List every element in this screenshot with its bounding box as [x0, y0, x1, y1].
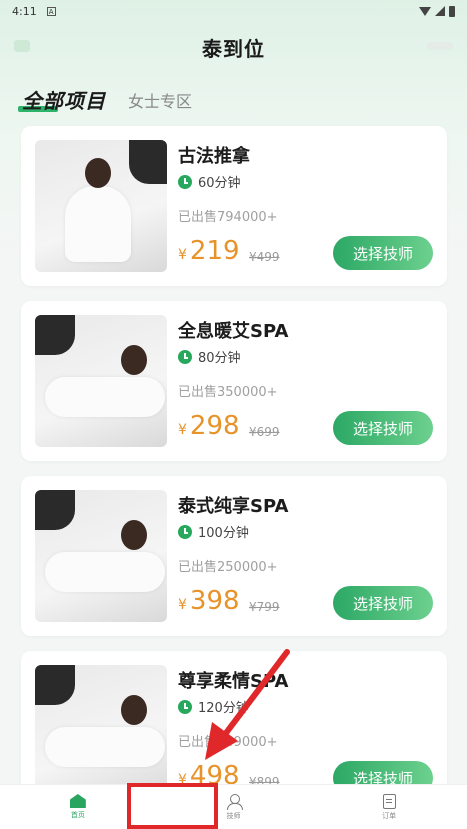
status-icons	[419, 5, 455, 17]
service-name: 古法推拿	[178, 146, 250, 167]
tab-women-zone[interactable]: 女士专区	[128, 88, 192, 114]
clock-icon	[178, 524, 192, 539]
original-price: ¥699	[249, 425, 280, 439]
sold-count: 已出售149000+	[178, 735, 278, 750]
service-image	[35, 140, 167, 272]
service-card[interactable]: 泰式纯享SPA 100分钟 已出售250000+ ¥ 398 ¥799 选择技师	[21, 476, 447, 636]
battery-icon	[449, 5, 455, 17]
service-name: 尊享柔情SPA	[178, 671, 289, 692]
currency-symbol: ¥	[178, 597, 187, 613]
service-duration: 120分钟	[178, 697, 249, 716]
sold-count: 已出售250000+	[178, 560, 278, 575]
service-image	[35, 490, 167, 622]
status-bar: 4:11 A	[0, 0, 467, 22]
tab-all-items[interactable]: 全部项目	[18, 85, 106, 114]
currency-symbol: ¥	[178, 422, 187, 438]
price-value: 298	[189, 411, 240, 441]
home-icon	[69, 794, 86, 808]
service-duration: 60分钟	[178, 172, 241, 191]
service-price: ¥ 298	[178, 411, 240, 441]
original-price: ¥799	[249, 600, 280, 614]
currency-symbol: ¥	[178, 247, 187, 263]
page-title: 泰到位	[202, 36, 265, 61]
signal-icon	[435, 6, 445, 16]
status-time: 4:11	[12, 4, 37, 18]
duration-label: 80分钟	[198, 351, 241, 366]
more-icon[interactable]	[427, 42, 453, 50]
notification-icon: A	[46, 6, 56, 16]
original-price: ¥499	[249, 250, 280, 264]
duration-label: 120分钟	[198, 701, 249, 716]
nav-home-label: 首页	[70, 811, 85, 819]
sold-count: 已出售794000+	[178, 210, 278, 225]
service-price: ¥ 219	[178, 236, 240, 266]
header: 泰到位	[0, 28, 467, 66]
service-image	[35, 315, 167, 447]
price-value: 219	[189, 236, 240, 266]
service-list: 古法推拿 60分钟 已出售794000+ ¥ 219 ¥499 选择技师 全息暖…	[21, 126, 447, 826]
duration-label: 100分钟	[198, 526, 249, 541]
service-name: 泰式纯享SPA	[178, 496, 289, 517]
service-duration: 100分钟	[178, 522, 249, 541]
duration-label: 60分钟	[198, 176, 241, 191]
nav-orders[interactable]: 订单	[311, 785, 467, 829]
clock-icon	[178, 174, 192, 189]
nav-orders-label: 订单	[382, 811, 397, 820]
price-value: 398	[189, 586, 240, 616]
service-card[interactable]: 古法推拿 60分钟 已出售794000+ ¥ 219 ¥499 选择技师	[21, 126, 447, 286]
clock-icon	[178, 699, 192, 714]
back-icon[interactable]	[14, 40, 30, 52]
bottom-nav: 首页 技师 订单	[0, 784, 467, 829]
person-icon	[226, 793, 243, 810]
clock-icon	[178, 349, 192, 364]
category-tabs: 全部项目 女士专区	[18, 82, 192, 114]
sold-count: 已出售350000+	[178, 385, 278, 400]
service-name: 全息暖艾SPA	[178, 321, 289, 342]
choose-therapist-button[interactable]: 选择技师	[333, 236, 433, 270]
service-card[interactable]: 全息暖艾SPA 80分钟 已出售350000+ ¥ 298 ¥699 选择技师	[21, 301, 447, 461]
nav-therapist-label: 技师	[226, 811, 241, 820]
service-price: ¥ 398	[178, 586, 240, 616]
annotation-highlight-box	[127, 783, 218, 829]
choose-therapist-button[interactable]: 选择技师	[333, 586, 433, 620]
wifi-icon	[419, 6, 431, 16]
choose-therapist-button[interactable]: 选择技师	[333, 411, 433, 445]
service-image	[35, 665, 167, 797]
order-icon	[382, 793, 396, 809]
service-duration: 80分钟	[178, 347, 241, 366]
